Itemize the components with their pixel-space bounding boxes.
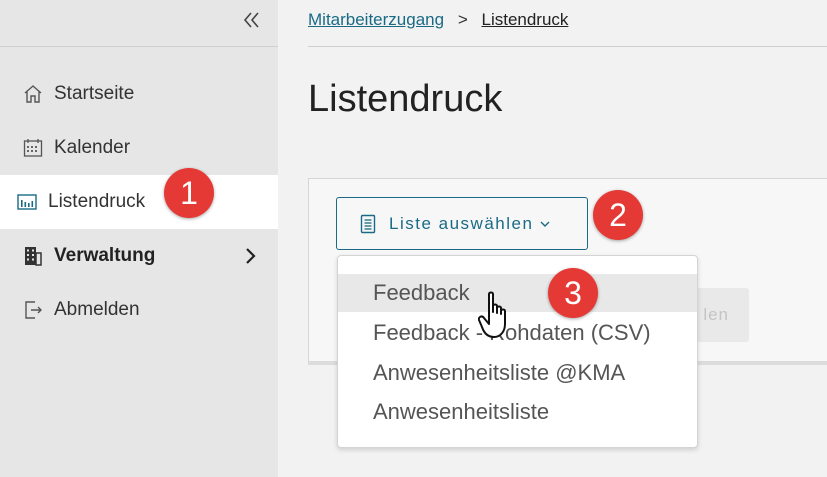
sidebar-item-kalender[interactable]: Kalender	[0, 121, 278, 175]
sidebar-item-label: Kalender	[54, 137, 131, 158]
print-button-label: len	[703, 305, 729, 324]
sidebar-item-verwaltung[interactable]: Verwaltung	[0, 229, 278, 283]
step-badge-1: 1	[164, 168, 214, 218]
sidebar-item-listendruck[interactable]: Listendruck	[0, 175, 278, 229]
dropdown-option-anwesenheitsliste[interactable]: Anwesenheitsliste	[338, 393, 697, 431]
sidebar: Startseite Kalender Listendruck Verwaltu…	[0, 0, 278, 477]
breadcrumb-current[interactable]: Listendruck	[481, 10, 568, 29]
dropdown-option-anwesenheitsliste-kma[interactable]: Anwesenheitsliste @KMA	[338, 354, 697, 392]
chevron-right-icon	[244, 246, 258, 272]
document-list-icon	[359, 214, 377, 234]
sidebar-item-label: Verwaltung	[54, 245, 156, 266]
sidebar-item-label: Abmelden	[54, 299, 140, 320]
breadcrumb-separator: >	[457, 10, 468, 29]
sidebar-item-startseite[interactable]: Startseite	[0, 67, 278, 121]
list-select-button[interactable]: Liste auswählen	[336, 197, 588, 250]
chevron-down-icon	[539, 219, 551, 229]
logout-icon	[22, 299, 44, 321]
chart-icon	[16, 191, 38, 213]
breadcrumb: Mitarbeiterzugang > Listendruck	[308, 10, 568, 30]
hand-cursor-icon	[477, 290, 520, 347]
collapse-sidebar-icon[interactable]	[238, 6, 266, 34]
sidebar-item-label: Startseite	[54, 83, 135, 104]
sidebar-divider	[0, 46, 278, 47]
sidebar-item-label: Listendruck	[48, 191, 146, 212]
breadcrumb-link-mitarbeiterzugang[interactable]: Mitarbeiterzugang	[308, 10, 444, 29]
sidebar-item-abmelden[interactable]: Abmelden	[0, 283, 278, 337]
calendar-icon	[22, 137, 44, 159]
list-select-label: Liste auswählen	[389, 213, 534, 233]
page-title: Listendruck	[308, 78, 503, 120]
step-badge-2: 2	[593, 190, 643, 240]
step-badge-3: 3	[548, 268, 598, 318]
header-divider	[308, 46, 827, 47]
home-icon	[22, 83, 44, 105]
building-icon	[22, 245, 44, 267]
list-dropdown-menu: Feedback Feedback - Rohdaten (CSV) Anwes…	[337, 255, 698, 448]
